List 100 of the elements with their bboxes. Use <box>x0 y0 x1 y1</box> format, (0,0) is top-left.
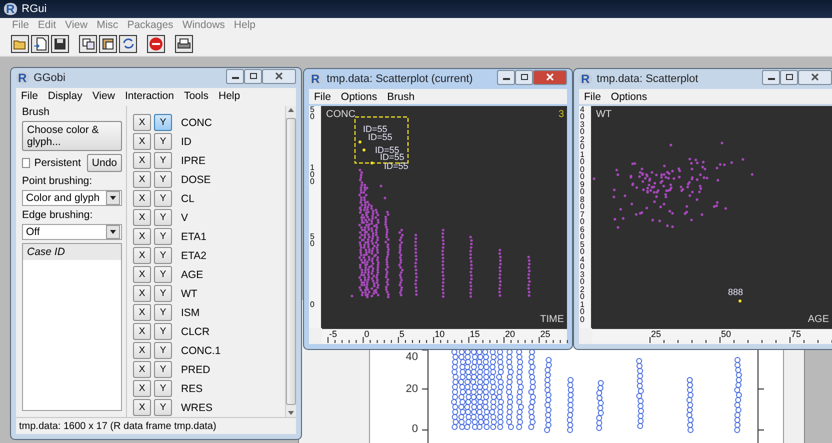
y-toggle[interactable]: Y <box>154 399 172 416</box>
menu-item[interactable]: Interaction <box>124 90 174 102</box>
x-toggle[interactable]: X <box>133 380 151 397</box>
menu-item[interactable]: Help <box>218 90 240 102</box>
ruler-label: 50 <box>721 329 732 339</box>
variable-name: CLCR <box>181 326 210 338</box>
menu-item[interactable]: Display <box>48 90 82 102</box>
x-toggle[interactable]: X <box>133 228 151 245</box>
menu-item[interactable]: Misc <box>96 18 118 30</box>
x-toggle[interactable]: X <box>133 323 151 340</box>
y-toggle[interactable]: Y <box>154 304 172 321</box>
menu-item[interactable]: File <box>314 90 331 102</box>
ruler-label: 50 <box>310 233 316 247</box>
x-toggle[interactable]: X <box>133 399 151 416</box>
window-title: GGobi <box>34 72 66 84</box>
y-toggle[interactable]: Y <box>154 266 172 283</box>
scatterplot[interactable]: CONC 3 TIME ID=55 ID=55 ID=55 ID=55 ID=55 <box>322 106 567 328</box>
x-toggle[interactable]: X <box>133 152 151 169</box>
y-toggle[interactable]: Y <box>154 171 172 188</box>
x-toggle[interactable]: X <box>133 114 151 131</box>
variable-name: ISM <box>181 306 200 318</box>
y-toggle[interactable]: Y <box>154 228 172 245</box>
variable-name: CONC.1 <box>181 344 221 356</box>
point-brushing-dropdown[interactable]: Color and glyph <box>22 190 122 206</box>
menu-item[interactable]: Tools <box>184 90 208 102</box>
y-toggle[interactable]: Y <box>154 361 172 378</box>
y-variable-label: CONC <box>326 109 356 120</box>
menu-item[interactable]: File <box>21 90 38 102</box>
menu-item[interactable]: Packages <box>127 18 174 30</box>
variable-name: WRES <box>181 402 212 414</box>
x-toggle[interactable]: X <box>133 209 151 226</box>
y-toggle[interactable]: Y <box>154 133 172 150</box>
menu-item[interactable]: View <box>92 90 115 102</box>
ruler-label: 00 <box>580 166 586 180</box>
x-toggle[interactable]: X <box>133 361 151 378</box>
ruler-label: 70 <box>580 211 586 225</box>
point-label: ID=55 <box>375 146 400 155</box>
axis-tick-label: 0 <box>412 423 418 435</box>
ruler-label: 20 <box>580 286 586 300</box>
menu-item[interactable]: View <box>65 18 88 30</box>
ruler-label: 25 <box>540 329 550 339</box>
y-toggle[interactable]: Y <box>154 342 172 359</box>
menu-item[interactable]: Edit <box>38 18 56 30</box>
r-logo: R <box>309 73 322 85</box>
x-variable-label: AGE <box>808 314 829 325</box>
menu-item[interactable]: Help <box>234 18 256 30</box>
variable-name: ID <box>181 136 192 148</box>
ruler-label: 10 <box>580 301 586 315</box>
scatterplot[interactable]: WT AGE 888 <box>592 106 832 328</box>
edge-brushing-dropdown[interactable]: Off <box>22 224 122 240</box>
y-toggle[interactable]: Y <box>154 114 172 131</box>
x-toggle[interactable]: X <box>133 133 151 150</box>
y-toggle[interactable]: Y <box>154 380 172 397</box>
point-label: ID=55 <box>368 133 392 142</box>
point-label: ID=55 <box>380 153 404 162</box>
x-toggle[interactable]: X <box>133 190 151 207</box>
ruler-label: 40 <box>580 106 586 120</box>
axis-tick-label: 20 <box>406 383 418 395</box>
y-toggle[interactable]: Y <box>154 152 172 169</box>
window-title: tmp.data: Scatterplot (current) <box>326 73 473 85</box>
ruler-label: 100 <box>310 164 316 185</box>
ruler-label: 30 <box>580 121 586 135</box>
app-title: RGui <box>22 3 47 15</box>
ruler-label: 60 <box>580 226 586 240</box>
variable-name: WT <box>181 288 198 300</box>
point-label: 888 <box>728 288 744 297</box>
checkbox-label: Persistent <box>34 157 81 169</box>
variable-name: CL <box>181 192 194 204</box>
variable-name: DOSE <box>181 174 211 186</box>
variable-name: CONC <box>181 116 212 128</box>
x-toggle[interactable]: X <box>133 266 151 283</box>
x-toggle[interactable]: X <box>133 247 151 264</box>
x-toggle[interactable]: X <box>133 285 151 302</box>
ruler-label: 20 <box>505 329 516 339</box>
variable-name: V <box>181 212 188 224</box>
menu-item[interactable]: Options <box>610 90 648 102</box>
ruler-label: 90 <box>580 181 586 195</box>
y-toggle[interactable]: Y <box>154 209 172 226</box>
x-toggle[interactable]: X <box>133 171 151 188</box>
menu-item[interactable]: Brush <box>387 90 415 102</box>
undo-button[interactable]: Undo <box>86 154 122 172</box>
menu-item[interactable]: File <box>584 90 601 102</box>
x-toggle[interactable]: X <box>133 342 151 359</box>
y-toggle[interactable]: Y <box>154 247 172 264</box>
y-toggle[interactable]: Y <box>154 285 172 302</box>
menu-item[interactable]: Options <box>340 90 378 102</box>
y-toggle[interactable]: Y <box>154 190 172 207</box>
variable-name: ETA1 <box>181 230 206 242</box>
x-toggle[interactable]: X <box>133 304 151 321</box>
ruler-label: 25 <box>651 329 662 339</box>
ruler-label: 0 <box>580 316 586 323</box>
ruler-label: 75 <box>791 329 802 339</box>
y-toggle[interactable]: Y <box>154 323 172 340</box>
menu-item[interactable]: File <box>12 18 29 30</box>
menu-item[interactable]: Windows <box>182 18 225 30</box>
ruler-label: 50 <box>310 106 316 120</box>
choose-color-button[interactable]: Choose color & glyph... <box>22 121 122 151</box>
r-logo: R <box>16 72 29 84</box>
ruler-label: -5 <box>329 329 338 339</box>
section-label: Brush <box>22 106 50 118</box>
